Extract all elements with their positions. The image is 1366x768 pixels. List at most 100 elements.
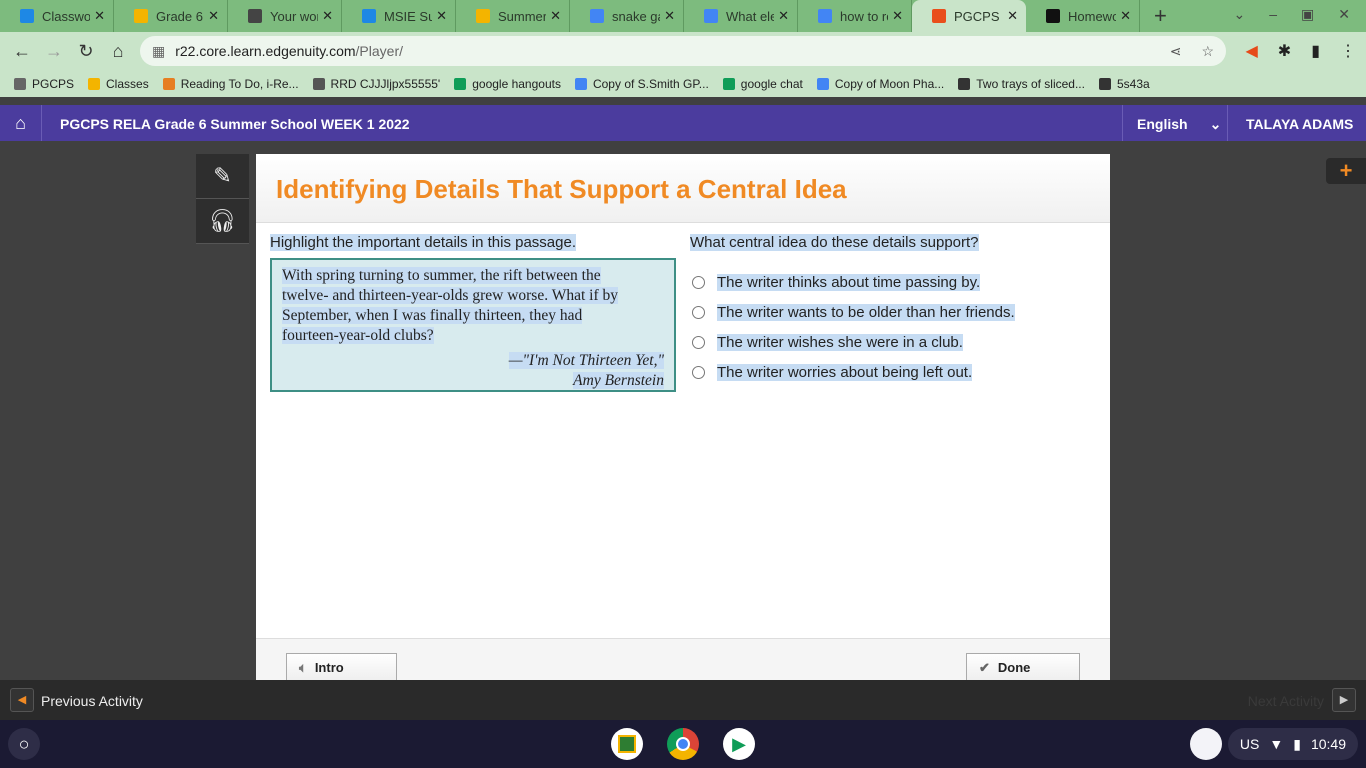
close-tab-icon[interactable]: ✕ <box>322 8 333 24</box>
extension-megaphone-icon[interactable]: ◀ <box>1245 41 1257 61</box>
bookmark-item[interactable]: Reading To Do, i-Re... <box>162 77 299 91</box>
reload-icon[interactable]: ↻ <box>70 41 102 62</box>
intro-button[interactable]: 🔈︎ Intro <box>286 653 397 681</box>
answer-option[interactable]: The writer thinks about time passing by. <box>690 267 1015 297</box>
bookmark-item[interactable]: Two trays of sliced... <box>958 77 1085 91</box>
close-tab-icon[interactable]: ✕ <box>778 8 789 24</box>
bookmark-item[interactable]: Copy of Moon Pha... <box>816 76 945 91</box>
close-window-icon[interactable]: ✕ <box>1338 6 1350 23</box>
radio-button[interactable] <box>692 305 705 319</box>
expand-button[interactable]: + <box>1326 158 1366 184</box>
bookmark-icon <box>958 77 971 90</box>
close-tab-icon[interactable]: ✕ <box>1007 8 1018 24</box>
launcher-button[interactable]: ○ <box>8 728 40 760</box>
answer-options: The writer thinks about time passing by.… <box>690 267 1015 387</box>
bookmark-label: Two trays of sliced... <box>976 76 1085 91</box>
bookmark-icon <box>14 77 26 90</box>
browser-tab[interactable]: Summer ✕ <box>456 0 570 32</box>
audio-button[interactable]: 🎧︎ <box>196 199 249 244</box>
google-icon <box>704 9 718 23</box>
browser-tab[interactable]: Your wor ✕ <box>228 0 342 32</box>
answer-option[interactable]: The writer worries about being left out. <box>690 357 1015 387</box>
new-tab-icon[interactable]: + <box>1154 3 1167 29</box>
close-tab-icon[interactable]: ✕ <box>1120 8 1131 24</box>
browser-tab[interactable]: MSIE Sur✕ <box>342 0 456 32</box>
home-button[interactable]: ⌂ <box>0 105 42 141</box>
maximize-icon[interactable]: ▣ <box>1301 6 1314 23</box>
browser-tab[interactable]: What ele ✕ <box>684 0 798 32</box>
bookmark-item[interactable]: RRD CJJJljpx55555' <box>312 77 440 91</box>
locale: US <box>1239 736 1260 752</box>
classroom-app-icon[interactable] <box>611 728 643 760</box>
bookmark-item[interactable]: google hangouts <box>454 77 561 91</box>
bookmark-label: Copy of Moon Pha... <box>834 76 945 91</box>
activity-card: Identifying Details That Support a Centr… <box>256 154 1110 681</box>
side-panel-icon[interactable]: ▮ <box>1311 41 1320 61</box>
classroom-icon <box>362 9 376 23</box>
close-tab-icon[interactable]: ✕ <box>892 8 903 24</box>
bookmark-item[interactable]: 5s43a <box>1098 77 1150 91</box>
passage-line[interactable]: twelve- and thirteen-year-olds grew wors… <box>282 287 618 304</box>
browser-tab[interactable]: Grade 6 l✕ <box>114 0 228 32</box>
site-info-icon[interactable]: ▦ <box>152 43 165 60</box>
previous-activity-link[interactable]: Previous Activity <box>41 693 143 709</box>
tab-title: Grade 6 l <box>156 8 204 24</box>
minimize-icon[interactable]: – <box>1269 6 1277 23</box>
status-tray[interactable]: US ▼ ▮ 10:49 <box>1227 728 1358 760</box>
bookmark-item[interactable]: google chat <box>722 77 803 91</box>
tab-title: Your wor <box>270 8 319 24</box>
bookmark-icon <box>1098 77 1111 90</box>
done-button[interactable]: ✔ Done <box>966 653 1080 681</box>
radio-button[interactable] <box>692 275 705 289</box>
intro-label: Intro <box>314 660 344 675</box>
play-store-app-icon[interactable]: ▶ <box>723 728 755 760</box>
radio-button[interactable] <box>692 365 705 379</box>
address-bar[interactable]: ▦ r22.core.learn.edgenuity.com/Player/ ⋖… <box>140 36 1226 66</box>
highlighter-button[interactable]: ✎ <box>196 154 249 199</box>
bookmark-star-icon[interactable]: ☆ <box>1201 43 1214 60</box>
close-tab-icon[interactable]: ✕ <box>436 8 447 24</box>
radio-button[interactable] <box>692 335 705 349</box>
close-tab-icon[interactable]: ✕ <box>208 8 219 24</box>
next-activity-arrow[interactable]: ▶ <box>1332 688 1356 712</box>
passage[interactable]: With spring turning to summer, the rift … <box>270 258 676 392</box>
chrome-app-icon[interactable] <box>667 728 699 760</box>
instruction: Highlight the important details in this … <box>270 234 577 251</box>
classroom-icon <box>20 9 34 23</box>
bookmark-item[interactable]: PGCPS <box>14 77 74 91</box>
language-select[interactable]: English ⌄ <box>1122 105 1228 141</box>
passage-line[interactable]: With spring turning to summer, the rift … <box>282 267 601 284</box>
answer-option[interactable]: The writer wants to be older than her fr… <box>690 297 1015 327</box>
extensions-puzzle-icon[interactable]: ✱ <box>1278 41 1291 61</box>
tab-title: MSIE Sur <box>384 8 433 24</box>
browser-tab[interactable]: Classwor✕ <box>0 0 114 32</box>
user-name[interactable]: TALAYA ADAMS <box>1246 116 1353 132</box>
home-icon[interactable]: ⌂ <box>102 41 134 62</box>
tab-title: PGCPS R <box>954 8 1003 24</box>
browser-tab[interactable]: Homewo ✕ <box>1026 0 1140 32</box>
next-activity-link[interactable]: Next Activity <box>1248 693 1324 709</box>
close-tab-icon[interactable]: ✕ <box>664 8 675 24</box>
browser-tab[interactable]: PGCPS R✕ <box>912 0 1026 32</box>
close-tab-icon[interactable]: ✕ <box>550 8 561 24</box>
browser-tab[interactable]: snake ga ✕ <box>570 0 684 32</box>
passage-line[interactable]: fourteen-year-old clubs? <box>282 327 434 344</box>
menu-icon[interactable]: ⋮ <box>1340 41 1356 61</box>
bookmark-item[interactable]: Classes <box>88 77 149 91</box>
share-icon[interactable]: ⋖ <box>1170 43 1182 60</box>
plus-icon: + <box>1339 158 1353 183</box>
answer-option[interactable]: The writer wishes she were in a club. <box>690 327 1015 357</box>
tab-search-icon[interactable]: ⌄ <box>1234 6 1246 23</box>
forward-icon[interactable]: → <box>38 41 70 62</box>
bookmark-item[interactable]: Copy of S.Smith GP... <box>574 77 709 91</box>
browser-tab[interactable]: how to re✕ <box>798 0 912 32</box>
slides-icon <box>134 9 148 23</box>
back-icon[interactable]: ← <box>6 41 38 62</box>
previous-activity-arrow[interactable]: ◀ <box>10 688 34 712</box>
close-tab-icon[interactable]: ✕ <box>94 8 105 24</box>
bookmark-icon <box>816 77 829 90</box>
passage-line[interactable]: September, when I was finally thirteen, … <box>282 307 583 324</box>
holding-space-icon[interactable] <box>1190 728 1222 760</box>
bookmarks-bar: PGCPS Classes Reading To Do, i-Re... RRD CJ… <box>0 70 1366 97</box>
bookmark-icon <box>88 77 101 90</box>
